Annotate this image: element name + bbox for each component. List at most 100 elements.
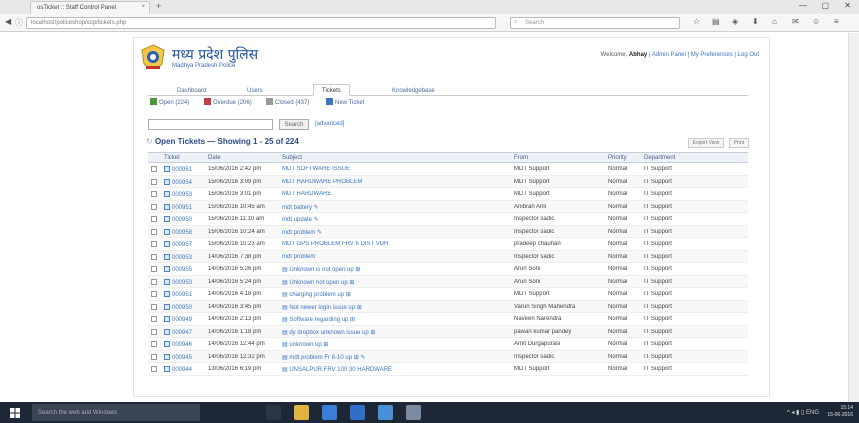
table-row[interactable]: 000947 14/06/2016 1:18 pm ▤ dy dropbox unk… [148,325,748,338]
download-icon[interactable]: ⬇ [752,17,759,26]
table-row[interactable]: 000949 14/06/2016 2:13 pm ▤ Software regar… [148,313,748,326]
row-checkbox[interactable] [151,166,157,172]
row-checkbox[interactable] [151,203,157,210]
col-ticket[interactable]: Ticket [164,155,180,161]
task-view-taskbar-icon[interactable] [266,405,281,420]
ticket-number[interactable]: 000950 [164,303,192,311]
ticket-number[interactable]: 000944 [164,366,192,373]
reading-list-icon[interactable]: ▤ [712,17,720,26]
col-subject[interactable]: Subject [282,155,302,161]
ticket-subject[interactable]: mdt battery ✎ [282,204,510,211]
row-checkbox[interactable] [151,278,157,285]
ticket-subject[interactable]: mdt problem ✎ [282,229,510,236]
row-checkbox[interactable] [151,328,157,335]
ticket-subject[interactable]: ▤ Unknown not open up ⊞ [282,279,510,286]
ticket-number[interactable]: 000951 [164,291,192,298]
export-view-button[interactable]: Export View [687,138,725,148]
advanced-search-link[interactable]: [advanced] [315,121,344,127]
subtab-open[interactable]: Open (224) [150,98,189,106]
table-row[interactable]: 000951 15/06/2016 10:45 am mdt battery ✎ An… [148,200,748,213]
tab-close-icon[interactable]: × [141,4,145,10]
maximize-icon[interactable]: ▢ [821,1,829,10]
account-links[interactable]: | Admin Panel | My Preferences | Log Out [649,52,759,58]
pocket-icon[interactable]: ◈ [732,17,738,26]
ticket-subject[interactable]: ▤ charging problem up ⊞ [282,291,510,298]
ticket-number[interactable]: 000947 [164,328,192,336]
table-row[interactable]: 000953 15/06/2016 3:01 pm MDT HARDWARE MDT … [148,188,748,201]
ticket-number[interactable]: 000945 [164,353,192,361]
bookmark-star-icon[interactable]: ☆ [693,17,700,26]
row-checkbox[interactable] [151,316,157,322]
back-icon[interactable]: ◀ [5,17,11,26]
subtab-closed[interactable]: Closed (437) [266,98,309,106]
windows-start-icon[interactable] [10,408,20,418]
ticket-number[interactable]: 000955 [164,266,192,273]
identity-icon[interactable]: ⓘ [15,17,23,28]
table-row[interactable]: 000953 14/06/2016 7:38 pm mdt problem Inspe… [148,250,748,263]
table-row[interactable]: 000944 13/06/2016 6:19 pm ▤ UNSALPUR FRV 1… [148,363,748,376]
browser-search-input[interactable]: ⌕ Search [510,17,680,29]
system-tray[interactable]: ^ ◂ ▮ ▯ ENG [787,409,819,416]
ticket-number[interactable]: 000953 [164,253,192,261]
ticket-subject[interactable]: ▤ unknown up ⊞ [282,341,510,348]
table-row[interactable]: 000946 14/06/2016 12:44 pm ▤ unknown up ⊞ A… [148,338,748,351]
table-row[interactable]: 000953 14/06/2016 5:24 pm ▤ Unknown not op… [148,275,748,288]
ticket-subject[interactable]: ▤ mdt problem Fr 8-10 up ⊞ ✎ [282,354,510,361]
ticket-subject[interactable]: ▤ Unknown is not open up ⊞ [282,266,510,273]
tab-tickets[interactable]: Tickets [313,84,350,96]
taskbar-search-input[interactable]: Search the web and Windows [32,404,200,421]
chrome-taskbar-icon[interactable] [322,405,337,420]
row-checkbox[interactable] [151,216,157,222]
store-taskbar-icon[interactable] [350,405,365,420]
ticket-subject[interactable]: ▤ Software regarding up ⊞ [282,316,510,323]
table-row[interactable]: 000957 15/06/2016 10:23 am MDT GPS PROBLEM… [148,238,748,251]
row-checkbox[interactable] [151,353,157,360]
row-checkbox[interactable] [151,178,157,185]
app-taskbar-icon[interactable] [406,405,421,420]
close-window-icon[interactable]: ✕ [844,1,851,10]
ticket-subject[interactable]: ▤ UNSALPUR FRV 100 30 HARDWARE [282,366,510,373]
new-tab-icon[interactable]: + [156,1,161,11]
col-priority[interactable]: Priority [608,155,627,161]
clock[interactable]: 15:14 15-06-2016 [827,405,853,419]
row-checkbox[interactable] [151,241,157,247]
row-checkbox[interactable] [151,366,157,372]
col-from[interactable]: From [514,155,528,161]
ticket-subject[interactable]: MDT HARDWARE PROBLEM [282,179,510,185]
url-bar[interactable]: localhost/policeshop/scp/tickets.php [26,17,496,29]
page-scrollbar[interactable] [848,33,859,402]
row-checkbox[interactable] [151,253,157,260]
ticket-number[interactable]: 000949 [164,316,192,323]
table-row[interactable]: 000954 15/06/2016 3:09 pm MDT HARDWARE PRO… [148,175,748,188]
ticket-subject[interactable]: MDT SOFTWARE ISSUE [282,166,510,172]
browser-tab[interactable]: osTicket :: Staff Control Panel × [30,1,150,14]
ticket-number[interactable]: 000950 [164,216,192,223]
table-row[interactable]: 000951 14/06/2016 4:18 pm ▤ charging probl… [148,288,748,301]
ticket-subject[interactable]: MDT GPS PROBLEM FRV 6 DIST VDH [282,241,510,247]
ticket-subject[interactable]: mdt problem [282,254,510,260]
table-row[interactable]: 000958 15/06/2016 10:24 am mdt problem ✎ In… [148,225,748,238]
subtab-overdue[interactable]: Overdue (206) [204,98,252,106]
col-department[interactable]: Department [644,155,675,161]
menu-icon[interactable]: ≡ [834,17,839,26]
row-checkbox[interactable] [151,341,157,347]
table-row[interactable]: 000950 14/06/2016 3:45 pm ▤ Not newer logi… [148,300,748,313]
print-button[interactable]: Print [728,138,749,148]
explorer-taskbar-icon[interactable] [294,405,309,420]
table-row[interactable]: 000955 14/06/2016 5:26 pm ▤ Unknown is not… [148,263,748,276]
table-row[interactable]: 000951 15/06/2016 2:42 pm MDT SOFTWARE ISS… [148,163,748,176]
chat-icon[interactable]: ✉ [792,17,799,26]
ticket-search-input[interactable] [148,119,273,130]
table-row[interactable]: 000945 14/06/2016 12:32 pm ▤ mdt problem F… [148,350,748,363]
col-date[interactable]: Date [208,155,221,161]
ticket-subject[interactable]: ▤ Not newer login issue up ⊞ [282,304,510,311]
files-taskbar-icon[interactable] [378,405,393,420]
tab-knowledgebase[interactable]: Knowledgebase [383,84,444,96]
row-checkbox[interactable] [151,228,157,235]
search-button[interactable]: Search [279,119,309,130]
subtab-new-ticket[interactable]: New Ticket [326,98,364,106]
tab-dashboard[interactable]: Dashboard [168,84,215,96]
row-checkbox[interactable] [151,266,157,272]
ticket-number[interactable]: 000953 [164,191,192,198]
row-checkbox[interactable] [151,303,157,310]
